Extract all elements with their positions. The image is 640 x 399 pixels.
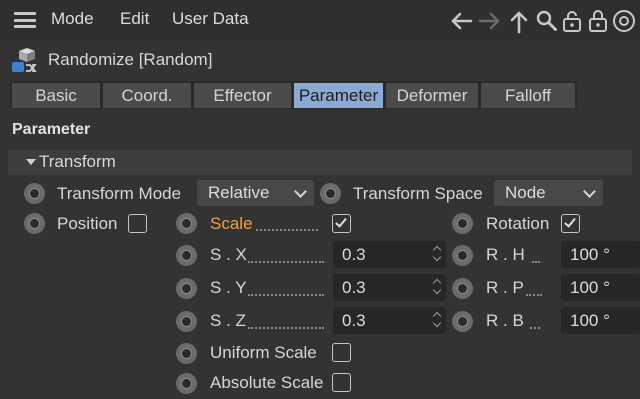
animation-dot-icon[interactable] (24, 213, 45, 234)
spinner-icon[interactable] (432, 277, 443, 297)
arrow-up-icon[interactable] (506, 8, 532, 34)
sx-input[interactable]: 0.3 (333, 241, 446, 268)
rp-value: 100 ° (570, 278, 610, 297)
spinner-icon[interactable] (432, 244, 443, 264)
randomize-effector-icon (12, 48, 37, 72)
lock-open-icon[interactable] (585, 8, 611, 34)
transform-group-header[interactable]: Transform (8, 150, 632, 175)
animation-dot-icon[interactable] (176, 343, 197, 364)
sy-input[interactable]: 0.3 (333, 274, 446, 301)
sz-label: S . Z (210, 311, 246, 330)
animation-dot-icon[interactable] (452, 213, 473, 234)
object-title: Randomize [Random] (48, 50, 213, 69)
spinner-icon[interactable] (432, 310, 443, 330)
transform-space-label: Transform Space (353, 184, 483, 203)
uniform-scale-label: Uniform Scale (210, 343, 317, 362)
rh-value: 100 ° (570, 245, 610, 264)
label-dots (248, 261, 324, 263)
rh-label: R . H (486, 245, 525, 264)
scale-label: Scale (210, 214, 253, 233)
animation-dot-icon[interactable] (24, 183, 45, 204)
rp-input[interactable]: 100 ° (561, 274, 640, 301)
section-title: Parameter (12, 121, 91, 138)
animation-dot-icon[interactable] (176, 373, 197, 394)
menu-edit[interactable]: Edit (120, 9, 149, 29)
sx-label: S . X (210, 245, 247, 264)
animation-dot-icon[interactable] (452, 245, 473, 266)
animation-dot-icon[interactable] (176, 213, 197, 234)
sz-input[interactable]: 0.3 (333, 307, 446, 334)
transform-mode-label: Transform Mode (57, 184, 182, 203)
chevron-down-icon (583, 185, 596, 198)
absolute-scale-label: Absolute Scale (210, 373, 324, 392)
arrow-right-icon[interactable] (477, 8, 503, 34)
animation-dot-icon[interactable] (320, 183, 341, 204)
target-icon[interactable] (611, 8, 637, 34)
toolbar (448, 8, 640, 34)
rh-input[interactable]: 100 ° (561, 241, 640, 268)
group-label: Transform (39, 152, 116, 171)
lock-icon[interactable] (559, 8, 585, 34)
object-header: Randomize [Random] (0, 44, 640, 78)
rotation-checkbox[interactable] (561, 214, 580, 233)
label-dots (248, 327, 324, 329)
collapse-triangle-icon[interactable] (26, 159, 36, 165)
rp-label: R . P (486, 278, 524, 297)
rotation-label: Rotation (486, 214, 550, 233)
uniform-scale-checkbox[interactable] (332, 343, 351, 362)
tab-bar: Basic Coord. Effector Parameter Deformer… (10, 81, 577, 109)
tab-effector[interactable]: Effector (194, 83, 291, 108)
arrow-left-icon[interactable] (448, 8, 474, 34)
absolute-scale-checkbox[interactable] (332, 373, 351, 392)
chevron-down-icon (294, 185, 307, 198)
sy-value: 0.3 (342, 278, 366, 297)
animation-dot-icon[interactable] (176, 278, 197, 299)
menu-bar: Mode Edit User Data (0, 0, 640, 40)
transform-space-dropdown[interactable]: Node (494, 180, 603, 206)
rb-label: R . B (486, 311, 524, 330)
transform-mode-dropdown[interactable]: Relative (197, 180, 314, 206)
label-dots (530, 327, 540, 329)
transform-space-value: Node (505, 183, 546, 202)
label-dots (526, 294, 542, 296)
tab-deformer[interactable]: Deformer (386, 83, 478, 108)
rb-input[interactable]: 100 ° (561, 307, 640, 334)
scale-checkbox[interactable] (332, 214, 351, 233)
rb-value: 100 ° (570, 311, 610, 330)
tab-basic[interactable]: Basic (12, 83, 100, 108)
hamburger-menu-icon[interactable] (14, 12, 36, 28)
animation-dot-icon[interactable] (176, 245, 197, 266)
tab-coord[interactable]: Coord. (103, 83, 191, 108)
sy-label: S . Y (210, 278, 247, 297)
menu-mode[interactable]: Mode (51, 9, 94, 29)
position-label: Position (57, 214, 118, 233)
menu-user-data[interactable]: User Data (172, 9, 249, 29)
animation-dot-icon[interactable] (176, 311, 197, 332)
tab-parameter[interactable]: Parameter (294, 83, 383, 108)
sx-value: 0.3 (342, 245, 366, 264)
label-dots (248, 294, 324, 296)
transform-mode-value: Relative (208, 183, 270, 202)
animation-dot-icon[interactable] (452, 278, 473, 299)
animation-dot-icon[interactable] (452, 311, 473, 332)
label-dots (532, 261, 540, 263)
label-dots (256, 229, 318, 231)
sz-value: 0.3 (342, 311, 366, 330)
position-checkbox[interactable] (128, 214, 147, 233)
search-icon[interactable] (534, 8, 560, 34)
tab-falloff[interactable]: Falloff (481, 83, 575, 108)
